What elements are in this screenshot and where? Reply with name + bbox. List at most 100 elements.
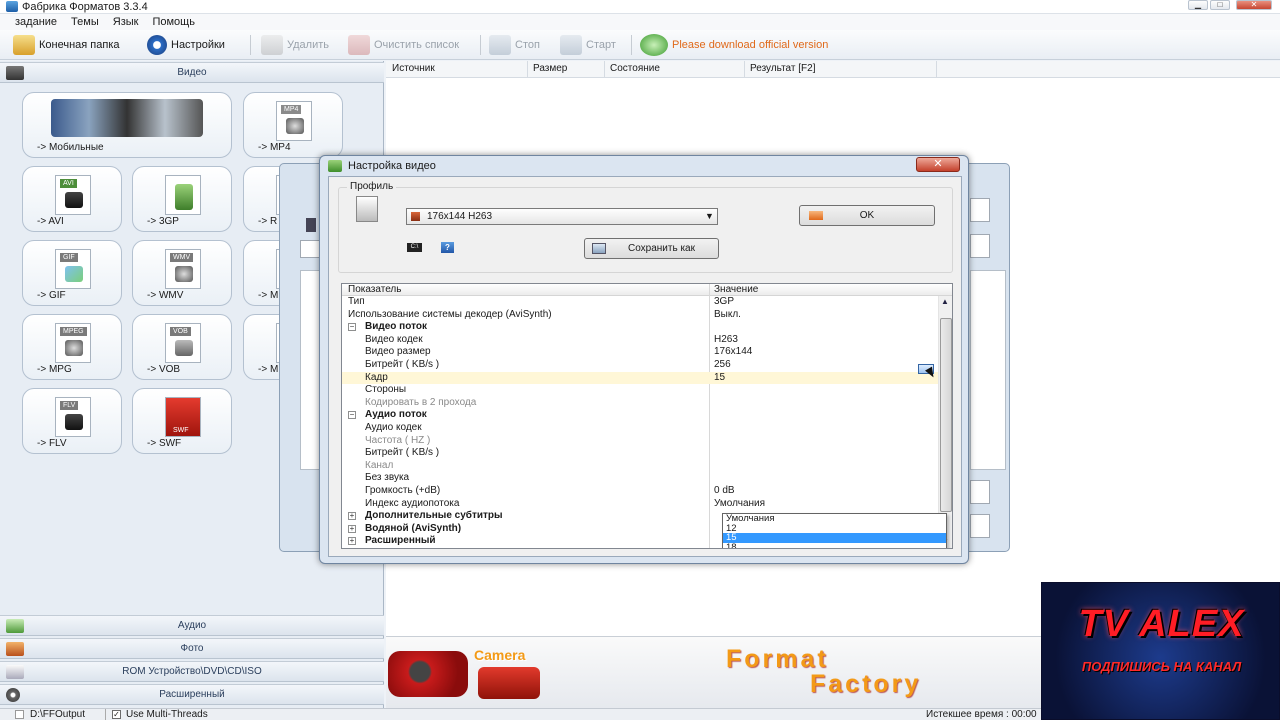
property-value[interactable]: 256 — [714, 359, 731, 371]
property-name: Видео размер — [365, 346, 431, 358]
framerate-option[interactable]: Умолчания — [723, 514, 946, 524]
side-list[interactable] — [970, 270, 1006, 470]
tile-avi[interactable]: AVI -> AVI — [22, 166, 122, 232]
property-row[interactable]: Аудио кодек — [342, 422, 938, 435]
elapsed-time: Истекшее время : 00:00 — [926, 709, 1037, 720]
channel-overlay: TV ALEX ПОДПИШИСЬ НА КАНАЛ — [1041, 582, 1280, 720]
maximize-button[interactable]: □ — [1210, 0, 1230, 10]
property-value[interactable]: 0 dB — [714, 485, 735, 497]
property-row[interactable]: Индекс аудиопотока Умолчания — [342, 498, 938, 511]
property-row[interactable]: Кадр 15 — [342, 371, 938, 385]
collapse-icon[interactable]: − — [348, 411, 356, 420]
property-scrollbar[interactable]: ▲ ▼ — [938, 296, 952, 548]
output-path: D:\FFOutput — [30, 709, 86, 720]
profile-select[interactable]: 176x144 H263 ▼ — [406, 208, 718, 225]
property-row[interactable]: Канал — [342, 460, 938, 473]
menu-themes[interactable]: Темы — [64, 14, 106, 30]
category-photo[interactable]: Фото — [0, 638, 384, 659]
tile-mp4[interactable]: MP4 -> MP4 — [243, 92, 343, 158]
tile-swf[interactable]: SWF -> SWF — [132, 388, 232, 454]
minimize-button[interactable]: ▁ — [1188, 0, 1208, 10]
clear-list-button[interactable]: Очистить список — [348, 33, 459, 57]
property-row[interactable]: Видео размер 176x144 — [342, 346, 938, 359]
tile-mobile[interactable]: -> Мобильные — [22, 92, 232, 158]
property-value[interactable]: H263 — [714, 334, 738, 346]
framerate-dropdown-list[interactable]: Умолчания1215182023.976242529.9730 — [722, 513, 947, 548]
stop-button[interactable]: Стоп — [489, 33, 540, 57]
column-state[interactable]: Состояние — [610, 63, 660, 74]
property-name: Битрейт ( KB/s ) — [365, 359, 440, 370]
tile-gif[interactable]: GIF -> GIF — [22, 240, 122, 306]
settings-button[interactable]: Настройки — [147, 33, 225, 57]
output-folder-button[interactable]: Конечная папка — [13, 33, 120, 57]
column-value[interactable]: Значение — [714, 284, 758, 296]
property-row[interactable]: Битрейт ( KB/s ) 256 — [342, 359, 938, 372]
menu-help[interactable]: Помощь — [145, 14, 202, 30]
property-row[interactable]: Частота ( HZ ) — [342, 435, 938, 448]
devices-icon — [51, 99, 203, 137]
property-row[interactable]: Тип 3GP — [342, 296, 938, 309]
property-name: Стороны — [365, 384, 407, 396]
property-grid[interactable]: Показатель Значение Тип 3GP Использование … — [341, 283, 953, 549]
property-value[interactable]: 15 — [714, 372, 725, 384]
property-row[interactable]: − Аудио поток — [342, 409, 938, 422]
side-button-4[interactable] — [970, 514, 990, 538]
category-video[interactable]: Видео — [0, 62, 384, 83]
side-button-3[interactable] — [970, 480, 990, 504]
start-button[interactable]: Старт — [560, 33, 616, 57]
property-row[interactable]: Кодировать в 2 прохода — [342, 397, 938, 410]
multithreads-checkbox[interactable]: ✓ — [112, 710, 121, 719]
command-line-icon[interactable]: C:\ — [407, 243, 422, 252]
property-value[interactable]: 3GP — [714, 296, 734, 308]
framerate-option[interactable]: 15 — [723, 533, 946, 543]
dialog-close-button[interactable]: ✕ — [916, 157, 960, 172]
property-row[interactable]: Использование системы декодер (AviSynth)… — [342, 309, 938, 322]
column-parameter[interactable]: Показатель — [348, 284, 401, 296]
category-rom-device[interactable]: ROM Устройство\DVD\CD\ISO — [0, 661, 384, 682]
tile-3gp[interactable]: -> 3GP — [132, 166, 232, 232]
delete-button[interactable]: Удалить — [261, 33, 329, 57]
category-audio[interactable]: Аудио — [0, 615, 384, 636]
property-name: Частота ( HZ ) — [365, 434, 431, 446]
property-row[interactable]: Стороны — [342, 384, 938, 397]
save-as-button[interactable]: Сохранить как — [584, 238, 719, 259]
vob-file-icon: VOB — [165, 323, 201, 363]
property-value[interactable]: 176x144 — [714, 346, 752, 358]
framerate-option[interactable]: 18 — [723, 543, 946, 548]
property-row[interactable]: − Видео поток — [342, 321, 938, 334]
tile-mpg[interactable]: MPEG -> MPG — [22, 314, 122, 380]
property-row[interactable]: Битрейт ( KB/s ) — [342, 447, 938, 460]
column-size[interactable]: Размер — [533, 63, 567, 74]
tile-vob[interactable]: VOB -> VOB — [132, 314, 232, 380]
property-value[interactable]: Выкл. — [714, 309, 741, 321]
scrollbar-thumb[interactable] — [940, 318, 952, 512]
tile-wmv[interactable]: WMV -> WMV — [132, 240, 232, 306]
collapse-icon[interactable]: − — [348, 323, 356, 332]
column-source[interactable]: Источник — [392, 63, 435, 74]
side-button-2[interactable] — [970, 234, 990, 258]
framerate-option[interactable]: 12 — [723, 523, 946, 534]
side-button-1[interactable] — [970, 198, 990, 222]
output-folder-icon — [15, 710, 24, 719]
menu-language[interactable]: Язык — [106, 14, 146, 30]
property-row[interactable]: Без звука — [342, 472, 938, 485]
scroll-up-icon[interactable]: ▲ — [941, 297, 949, 306]
expand-icon[interactable]: + — [348, 512, 356, 521]
help-icon[interactable]: ? — [441, 242, 454, 253]
category-advanced[interactable]: Расширенный — [0, 684, 384, 705]
expand-icon[interactable]: + — [348, 537, 356, 546]
video-icon — [411, 212, 420, 221]
tile-flv[interactable]: FLV -> FLV — [22, 388, 122, 454]
property-name: Дополнительные субтитры — [365, 510, 503, 522]
ok-button[interactable]: OK — [799, 205, 935, 226]
expand-icon[interactable]: + — [348, 524, 356, 533]
property-row[interactable]: Видео кодек H263 — [342, 334, 938, 347]
property-row[interactable]: Громкость (+dB) 0 dB — [342, 485, 938, 498]
menu-task[interactable]: задание — [0, 14, 64, 30]
chevron-down-icon: ▼ — [705, 211, 714, 221]
close-button[interactable]: ✕ — [1236, 0, 1272, 10]
download-notice-link[interactable]: Please download official version — [640, 33, 828, 57]
column-result[interactable]: Результат [F2] — [750, 63, 815, 74]
property-name: Кадр — [365, 371, 388, 383]
property-value[interactable]: Умолчания — [714, 498, 765, 510]
